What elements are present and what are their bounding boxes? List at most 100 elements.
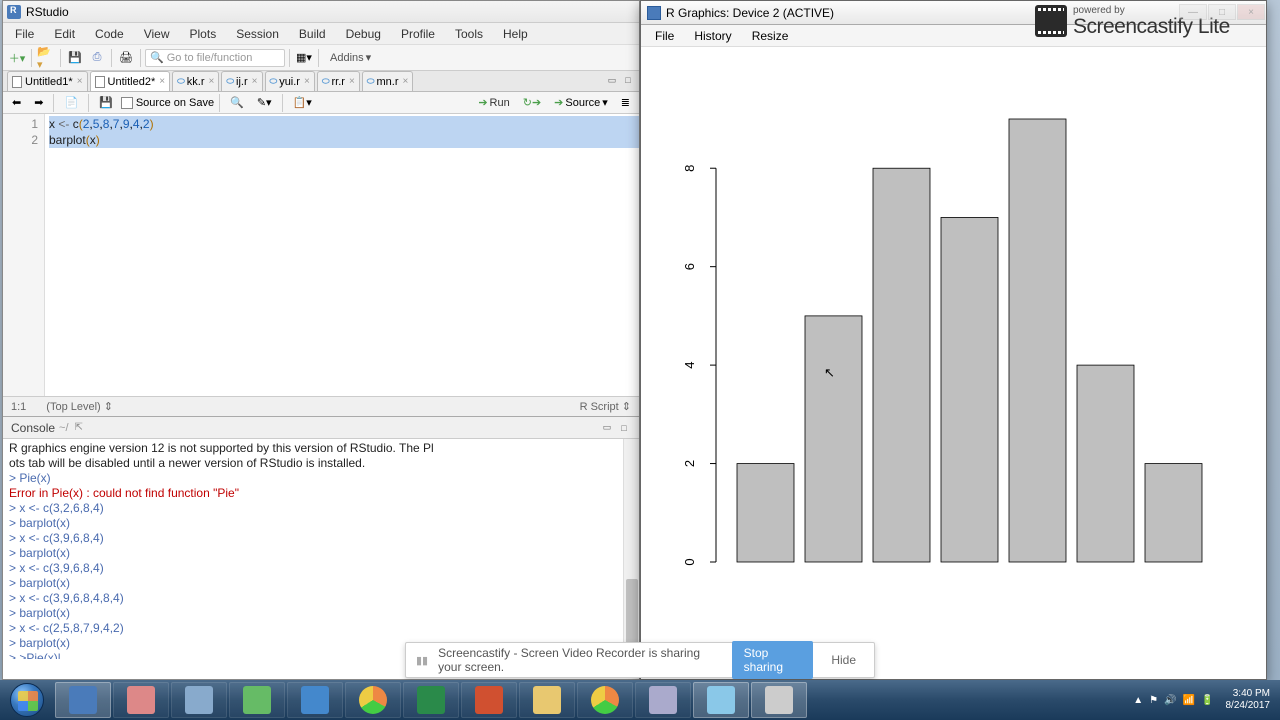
rstudio-icon bbox=[7, 5, 21, 19]
taskbar-app-2[interactable] bbox=[113, 682, 169, 718]
source-button[interactable]: ➔Source▾ bbox=[549, 95, 613, 110]
tray-battery-icon[interactable]: 🔋 bbox=[1201, 695, 1213, 706]
window-controls: — □ × bbox=[1179, 4, 1265, 20]
save-source-button[interactable]: 💾 bbox=[94, 95, 118, 110]
rstudio-titlebar[interactable]: RStudio bbox=[3, 1, 639, 23]
taskbar-chrome-2[interactable] bbox=[577, 682, 633, 718]
windows-taskbar: ▲ ⚑ 🔊 📶 🔋 3:40 PM 8/24/2017 bbox=[0, 680, 1280, 720]
console-header: Console ~/ ⇱ ▭ □ bbox=[3, 417, 639, 439]
wand-button[interactable]: ✎▾ bbox=[252, 95, 277, 110]
maximize-window-button[interactable]: □ bbox=[1208, 4, 1236, 20]
minimize-window-button[interactable]: — bbox=[1179, 4, 1207, 20]
close-icon[interactable]: × bbox=[209, 76, 215, 87]
language-indicator[interactable]: R Script ⇕ bbox=[580, 400, 631, 413]
tab-mn[interactable]: ⬭mn.r× bbox=[362, 71, 414, 91]
menu-file[interactable]: File bbox=[5, 25, 44, 43]
taskbar-app-3[interactable] bbox=[171, 682, 227, 718]
run-button[interactable]: ➔Run bbox=[473, 95, 514, 110]
close-window-button[interactable]: × bbox=[1237, 4, 1265, 20]
minimize-console-icon[interactable]: ▭ bbox=[600, 421, 614, 435]
close-icon[interactable]: × bbox=[252, 76, 258, 87]
close-icon[interactable]: × bbox=[402, 76, 408, 87]
taskbar-excel[interactable] bbox=[403, 682, 459, 718]
editor-statusbar: 1:1 (Top Level) ⇕ R Script ⇕ bbox=[3, 396, 639, 416]
menu-edit[interactable]: Edit bbox=[44, 25, 85, 43]
console-body[interactable]: R graphics engine version 12 is not supp… bbox=[3, 439, 639, 659]
close-icon[interactable]: × bbox=[349, 76, 355, 87]
tab-rr[interactable]: ⬭rr.r× bbox=[317, 71, 360, 91]
rerun-button[interactable]: ↻➔ bbox=[518, 95, 546, 110]
tray-volume-icon[interactable]: 🔊 bbox=[1164, 695, 1176, 706]
system-tray[interactable]: ▲ ⚑ 🔊 📶 🔋 3:40 PM 8/24/2017 bbox=[1133, 688, 1280, 712]
tray-network-icon[interactable]: 📶 bbox=[1183, 695, 1195, 706]
film-icon bbox=[1035, 5, 1067, 37]
taskbar-app-5[interactable] bbox=[287, 682, 343, 718]
save-all-button[interactable]: ⎙ bbox=[87, 48, 107, 68]
taskbar-explorer[interactable] bbox=[519, 682, 575, 718]
open-file-button[interactable]: 📂▾ bbox=[36, 48, 56, 68]
find-button[interactable]: 🔍 bbox=[225, 95, 249, 110]
menu-help[interactable]: Help bbox=[493, 25, 538, 43]
tab-yui[interactable]: ⬭yui.r× bbox=[265, 71, 315, 91]
hide-notification-button[interactable]: Hide bbox=[823, 648, 864, 672]
code-editor[interactable]: 1 2 x <- c(2,5,8,7,9,4,2) barplot(x) bbox=[3, 114, 639, 396]
tray-flag-icon[interactable]: ⚑ bbox=[1149, 695, 1158, 706]
pause-icon[interactable]: ▮▮ bbox=[416, 654, 428, 667]
rstudio-window: RStudio File Edit Code View Plots Sessio… bbox=[2, 0, 640, 680]
maximize-pane-icon[interactable]: □ bbox=[621, 73, 635, 87]
tab-untitled2[interactable]: Untitled2*× bbox=[90, 71, 171, 91]
taskbar-app-4[interactable] bbox=[229, 682, 285, 718]
outline-button[interactable]: ≣ bbox=[616, 95, 635, 110]
console-scrollbar[interactable] bbox=[623, 439, 639, 659]
taskbar-app-13[interactable] bbox=[751, 682, 807, 718]
close-icon[interactable]: × bbox=[77, 76, 83, 87]
source-on-save-checkbox[interactable] bbox=[121, 97, 133, 109]
menu-plots[interactable]: Plots bbox=[180, 25, 227, 43]
stop-sharing-button[interactable]: Stop sharing bbox=[732, 641, 814, 679]
close-icon[interactable]: × bbox=[304, 76, 310, 87]
graphics-menu-history[interactable]: History bbox=[684, 27, 741, 45]
menu-code[interactable]: Code bbox=[85, 25, 134, 43]
forward-button[interactable]: ➡ bbox=[29, 95, 48, 110]
close-icon[interactable]: × bbox=[159, 76, 165, 87]
graphics-menu-resize[interactable]: Resize bbox=[742, 27, 799, 45]
taskbar-app-11[interactable] bbox=[635, 682, 691, 718]
taskbar-chrome[interactable] bbox=[345, 682, 401, 718]
minimize-pane-icon[interactable]: ▭ bbox=[605, 73, 619, 87]
scope-indicator[interactable]: (Top Level) ⇕ bbox=[46, 400, 113, 413]
goto-file-input[interactable]: 🔍Go to file/function bbox=[145, 49, 285, 67]
tab-untitled1[interactable]: Untitled1*× bbox=[7, 71, 88, 91]
show-document-button[interactable]: 📄 bbox=[59, 95, 83, 110]
menu-session[interactable]: Session bbox=[226, 25, 289, 43]
tab-ij[interactable]: ⬭ij.r× bbox=[221, 71, 262, 91]
tray-chevron-icon[interactable]: ▲ bbox=[1133, 695, 1143, 706]
taskbar-rstudio[interactable] bbox=[55, 682, 111, 718]
console-popout-icon[interactable]: ⇱ bbox=[75, 422, 83, 433]
menu-debug[interactable]: Debug bbox=[336, 25, 391, 43]
console-pane: Console ~/ ⇱ ▭ □ R graphics engine versi… bbox=[3, 416, 639, 659]
save-button[interactable]: 💾 bbox=[65, 48, 85, 68]
taskbar-powerpoint[interactable] bbox=[461, 682, 517, 718]
maximize-console-icon[interactable]: □ bbox=[617, 421, 631, 435]
sharing-notification: ▮▮ Screencastify - Screen Video Recorder… bbox=[405, 642, 875, 678]
taskbar-app-12[interactable] bbox=[693, 682, 749, 718]
graphics-menu-file[interactable]: File bbox=[645, 27, 684, 45]
new-file-button[interactable]: ＋▾ bbox=[7, 48, 27, 68]
menu-build[interactable]: Build bbox=[289, 25, 336, 43]
compile-button[interactable]: 📋▾ bbox=[288, 95, 317, 110]
menu-view[interactable]: View bbox=[134, 25, 180, 43]
tab-kk[interactable]: ⬭kk.r× bbox=[172, 71, 219, 91]
tools-grid-button[interactable]: ▦▾ bbox=[294, 48, 314, 68]
line-gutter: 1 2 bbox=[3, 114, 45, 396]
menu-tools[interactable]: Tools bbox=[445, 25, 493, 43]
back-button[interactable]: ⬅ bbox=[7, 95, 26, 110]
plot-area: 02468 ↖ bbox=[641, 47, 1266, 677]
file-tabs: Untitled1*× Untitled2*× ⬭kk.r× ⬭ij.r× ⬭y… bbox=[3, 71, 639, 92]
menu-profile[interactable]: Profile bbox=[391, 25, 445, 43]
code-area[interactable]: x <- c(2,5,8,7,9,4,2) barplot(x) bbox=[45, 114, 639, 396]
addins-button[interactable]: Addins▾ bbox=[323, 48, 378, 67]
svg-text:6: 6 bbox=[682, 263, 697, 270]
taskbar-clock[interactable]: 3:40 PM 8/24/2017 bbox=[1220, 688, 1277, 712]
print-button[interactable]: 🖨 bbox=[116, 48, 136, 68]
start-button[interactable] bbox=[0, 680, 54, 720]
